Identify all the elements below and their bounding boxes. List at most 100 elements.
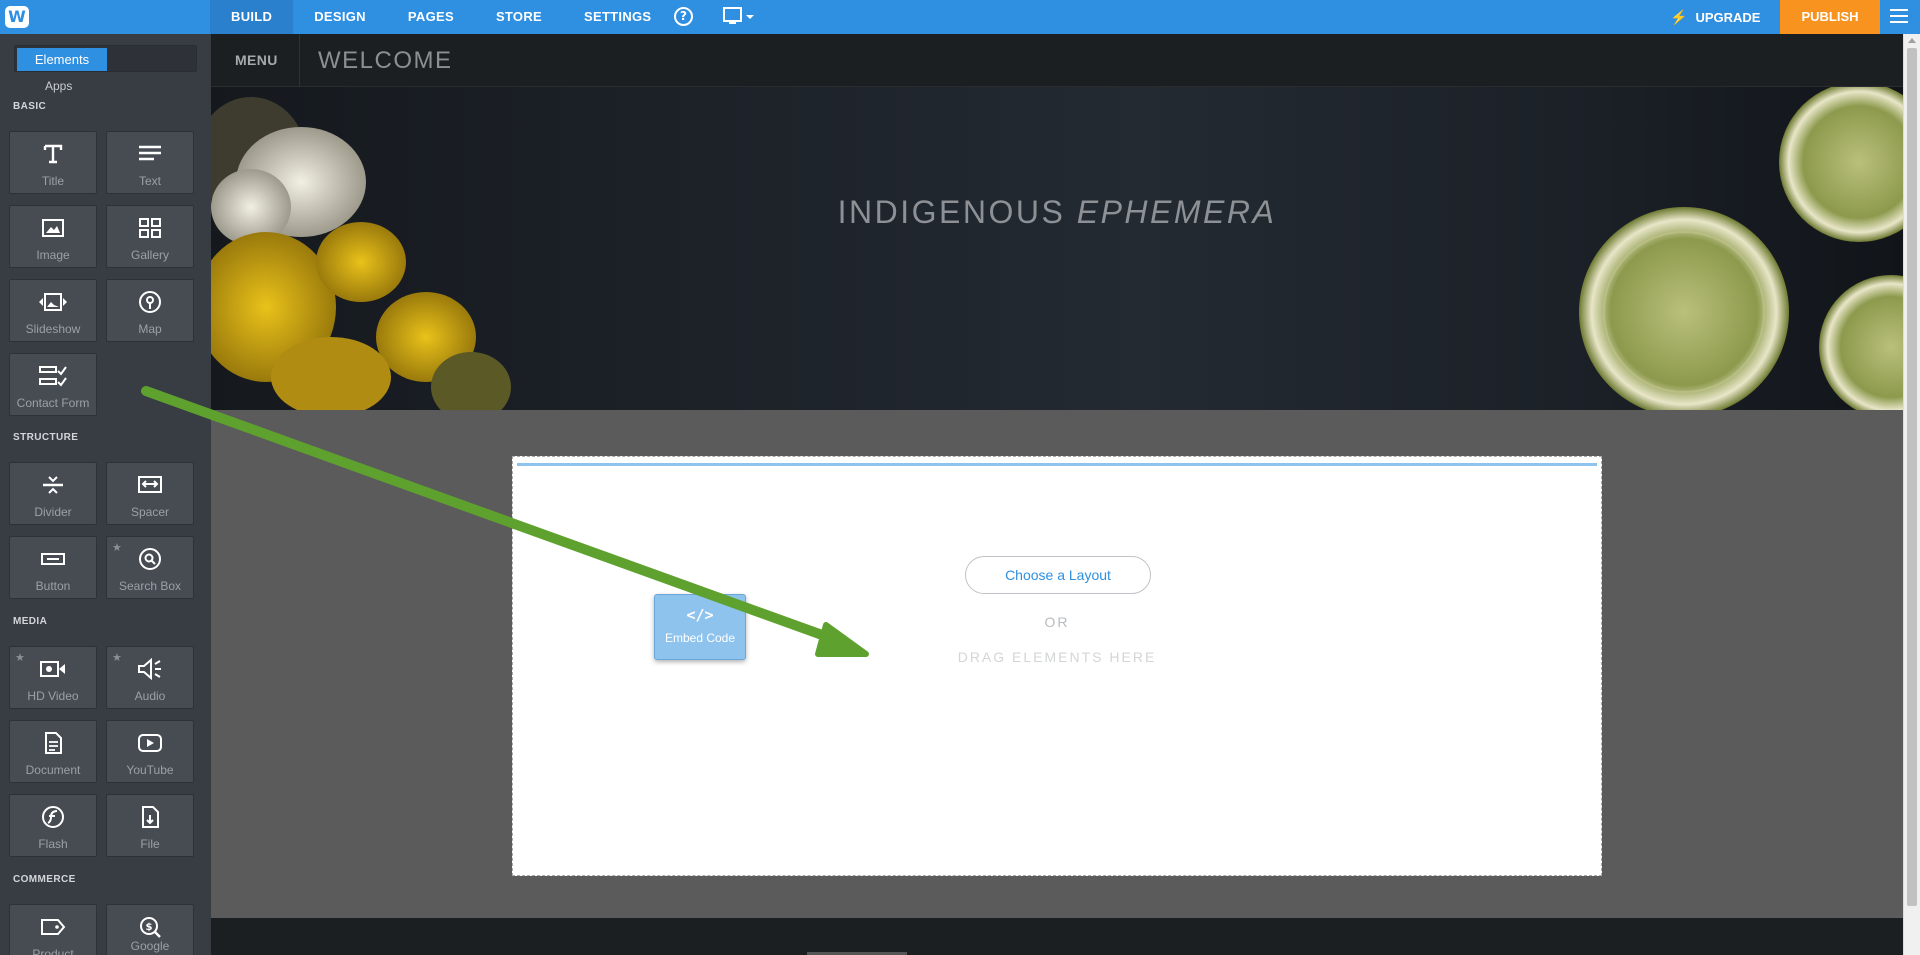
element-search-box[interactable]: ★ Search Box	[106, 536, 194, 599]
contact-form-icon	[10, 363, 96, 389]
spacer-icon	[107, 472, 193, 498]
element-spacer[interactable]: Spacer	[106, 462, 194, 525]
element-label: Google	[130, 939, 170, 953]
element-label: Button	[35, 579, 71, 593]
embed-code-label: Embed Code	[664, 631, 736, 645]
element-text[interactable]: Text	[106, 131, 194, 194]
video-icon	[10, 656, 96, 682]
section-commerce: COMMERCE	[13, 874, 76, 885]
nav-pages[interactable]: PAGES	[387, 0, 475, 34]
drop-indicator-line	[517, 463, 1597, 466]
elements-apps-toggle: Elements	[14, 45, 197, 72]
nav-store[interactable]: STORE	[475, 0, 563, 34]
scroll-up-icon[interactable]	[1908, 38, 1916, 43]
divider-icon	[10, 472, 96, 498]
page-scrollbar[interactable]	[1903, 34, 1920, 955]
file-icon	[107, 804, 193, 830]
element-image[interactable]: Image	[9, 205, 97, 268]
document-icon	[10, 730, 96, 756]
flash-icon	[10, 804, 96, 830]
menu-icon[interactable]	[1890, 9, 1908, 25]
scroll-thumb[interactable]	[1907, 48, 1917, 906]
publish-button[interactable]: PUBLISH	[1780, 0, 1880, 34]
element-document[interactable]: Document	[9, 720, 97, 783]
section-basic: BASIC	[13, 101, 47, 112]
button-icon	[10, 546, 96, 572]
image-icon	[10, 215, 96, 241]
section-structure: STRUCTURE	[13, 432, 79, 443]
help-icon[interactable]: ?	[674, 7, 693, 26]
element-label: Image	[36, 248, 70, 262]
element-label: Contact Form	[16, 396, 90, 410]
element-youtube[interactable]: YouTube	[106, 720, 194, 783]
chevron-down-icon	[746, 15, 754, 19]
hero-title[interactable]: INDIGENOUS EPHEMERA	[211, 192, 1903, 232]
nav-build[interactable]: BUILD	[210, 0, 294, 34]
element-contact-form[interactable]: Contact Form	[9, 353, 97, 416]
content-drop-area[interactable]: Choose a Layout OR DRAG ELEMENTS HERE	[512, 456, 1602, 876]
element-label: Map	[138, 322, 162, 336]
element-audio[interactable]: ★ Audio	[106, 646, 194, 709]
element-label: Spacer	[130, 505, 170, 519]
header-divider	[299, 34, 300, 87]
slideshow-icon	[10, 289, 96, 315]
hero-title-italic: EPHEMERA	[1076, 194, 1277, 230]
element-label: YouTube	[126, 763, 174, 777]
element-button[interactable]: Button	[9, 536, 97, 599]
element-hd-video[interactable]: ★ HD Video	[9, 646, 97, 709]
tab-elements[interactable]: Elements	[17, 48, 107, 71]
bolt-icon: ⚡	[1670, 9, 1688, 25]
tab-apps[interactable]: Apps	[45, 79, 72, 93]
hero-title-main: INDIGENOUS	[837, 194, 1077, 230]
element-gallery[interactable]: Gallery	[106, 205, 194, 268]
svg-text:$: $	[146, 922, 153, 933]
element-label: File	[140, 837, 160, 851]
search-icon	[107, 546, 193, 572]
weebly-logo[interactable]: W	[0, 0, 34, 34]
gallery-icon	[107, 215, 193, 241]
element-label: Divider	[34, 505, 72, 519]
youtube-icon	[107, 730, 193, 756]
element-map[interactable]: Map	[106, 279, 194, 342]
element-product[interactable]: Product	[9, 904, 97, 955]
element-label: Audio	[134, 689, 166, 703]
nav-settings[interactable]: SETTINGS	[563, 0, 672, 34]
device-preview-icon[interactable]	[722, 7, 756, 27]
text-icon	[107, 141, 193, 167]
element-divider[interactable]: Divider	[9, 462, 97, 525]
nav-design[interactable]: DESIGN	[293, 0, 387, 34]
element-label: Search Box	[118, 579, 182, 593]
element-label: Flash	[38, 837, 68, 851]
element-label: HD Video	[27, 689, 79, 703]
element-label: Slideshow	[25, 322, 81, 336]
element-label: Document	[25, 763, 81, 777]
element-google[interactable]: $ Google	[106, 904, 194, 955]
element-slideshow[interactable]: Slideshow	[9, 279, 97, 342]
site-title[interactable]: WELCOME	[318, 34, 453, 87]
element-label: Gallery	[130, 248, 169, 262]
main-nav: BUILD DESIGN PAGES STORE SETTINGS	[210, 0, 672, 34]
choose-layout-button[interactable]: Choose a Layout	[965, 556, 1151, 594]
audio-icon	[107, 656, 193, 682]
google-icon: $	[107, 914, 193, 940]
element-file[interactable]: File	[106, 794, 194, 857]
site-footer	[211, 918, 1903, 955]
title-icon	[10, 141, 96, 167]
tag-icon	[10, 914, 96, 940]
site-menu-button[interactable]: MENU	[235, 34, 278, 87]
elements-sidebar: Elements Apps BASIC Title Text Image Gal…	[0, 34, 211, 955]
element-label: Text	[138, 174, 161, 188]
editor-canvas: MENU WELCOME INDIGENOUS EPHEMERA Choose …	[211, 34, 1903, 955]
upgrade-label: UPGRADE	[1695, 10, 1761, 25]
upgrade-button[interactable]: ⚡ UPGRADE	[1670, 0, 1760, 34]
element-title[interactable]: Title	[9, 131, 97, 194]
logo-icon: W	[5, 6, 29, 28]
element-label: Title	[41, 174, 65, 188]
hero-banner[interactable]: INDIGENOUS EPHEMERA	[211, 87, 1903, 410]
embed-code-icon: </>	[686, 606, 714, 624]
hero-background-image	[211, 87, 1903, 410]
section-media: MEDIA	[13, 616, 48, 627]
dragged-embed-code-element[interactable]: </> Embed Code	[654, 594, 746, 660]
top-bar: W BUILD DESIGN PAGES STORE SETTINGS ? ⚡ U…	[0, 0, 1920, 34]
element-flash[interactable]: Flash	[9, 794, 97, 857]
